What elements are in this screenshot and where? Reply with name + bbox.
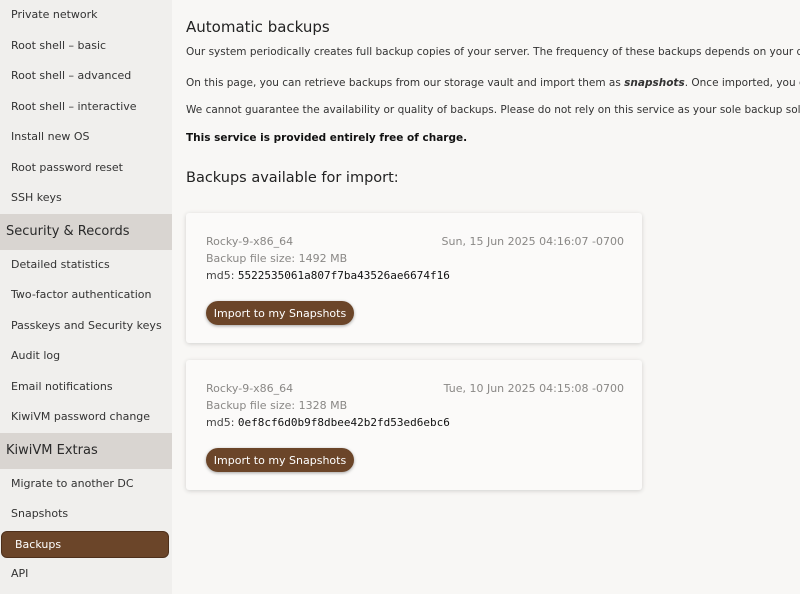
paragraph-text: . Once imported, you can use these s <box>684 77 800 89</box>
import-to-snapshots-button[interactable]: Import to my Snapshots <box>206 448 354 472</box>
sidebar-item-email-notifications[interactable]: Email notifications <box>0 372 172 403</box>
sidebar-section-kiwivm-extras: KiwiVM Extras <box>0 432 172 469</box>
backup-md5: md5: 5522535061a807f7ba43526ae6674f16 <box>206 269 450 282</box>
backup-name: Rocky-9-x86_64 <box>206 382 294 395</box>
sidebar-item-passkeys[interactable]: Passkeys and Security keys <box>0 311 172 342</box>
sidebar-item-root-password-reset[interactable]: Root password reset <box>0 153 172 184</box>
backup-name: Rocky-9-x86_64 <box>206 235 294 248</box>
sidebar-item-root-shell-interactive[interactable]: Root shell – interactive <box>0 92 172 123</box>
backup-date: Sun, 15 Jun 2025 04:16:07 -0700 <box>441 235 624 248</box>
sidebar-item-audit-log[interactable]: Audit log <box>0 341 172 372</box>
page-title: Automatic backups <box>186 18 330 36</box>
sidebar-item-root-shell-basic[interactable]: Root shell – basic <box>0 31 172 62</box>
backups-heading: Backups available for import: <box>186 170 399 186</box>
backup-card: Rocky-9-x86_64 Sun, 15 Jun 2025 04:16:07… <box>186 213 642 343</box>
md5-label: md5: <box>206 269 235 282</box>
sidebar-item-migrate-dc[interactable]: Migrate to another DC <box>0 469 172 500</box>
backup-frequency-paragraph: Our system periodically creates full bac… <box>186 46 800 58</box>
backup-md5: md5: 0ef8cf6d0b9f8dbee42b2fd53ed6ebc6 <box>206 416 450 429</box>
sidebar-item-root-shell-advanced[interactable]: Root shell – advanced <box>0 61 172 92</box>
backup-date: Tue, 10 Jun 2025 04:15:08 -0700 <box>443 382 624 395</box>
sidebar-item-snapshots[interactable]: Snapshots <box>0 499 172 530</box>
free-service-note: This service is provided entirely free o… <box>186 132 468 144</box>
sidebar-item-install-new-os[interactable]: Install new OS <box>0 122 172 153</box>
md5-label: md5: <box>206 416 235 429</box>
paragraph-text: On this page, you can retrieve backups f… <box>186 77 625 89</box>
sidebar-section-security-records: Security & Records <box>0 213 172 250</box>
md5-hash: 5522535061a807f7ba43526ae6674f16 <box>237 269 450 282</box>
snapshots-import-paragraph: On this page, you can retrieve backups f… <box>186 77 800 89</box>
import-to-snapshots-button[interactable]: Import to my Snapshots <box>206 301 354 325</box>
backup-size: Backup file size: 1492 MB <box>206 252 348 265</box>
md5-hash: 0ef8cf6d0b9f8dbee42b2fd53ed6ebc6 <box>237 416 450 429</box>
main-content: Automatic backups Our system periodicall… <box>172 0 800 594</box>
sidebar-item-detailed-statistics[interactable]: Detailed statistics <box>0 250 172 281</box>
sidebar-item-api[interactable]: API <box>0 559 172 590</box>
availability-disclaimer-paragraph: We cannot guarantee the availability or … <box>186 104 800 116</box>
sidebar: Private network Root shell – basic Root … <box>0 0 172 594</box>
backup-size: Backup file size: 1328 MB <box>206 399 348 412</box>
sidebar-item-kiwivm-password-change[interactable]: KiwiVM password change <box>0 402 172 433</box>
sidebar-item-backups[interactable]: Backups <box>1 530 169 558</box>
backup-card: Rocky-9-x86_64 Tue, 10 Jun 2025 04:15:08… <box>186 360 642 490</box>
sidebar-item-ssh-keys[interactable]: SSH keys <box>0 183 172 214</box>
sidebar-item-two-factor-authentication[interactable]: Two-factor authentication <box>0 280 172 311</box>
snapshots-emphasis: snapshots <box>624 77 685 89</box>
sidebar-item-private-network[interactable]: Private network <box>0 0 172 31</box>
